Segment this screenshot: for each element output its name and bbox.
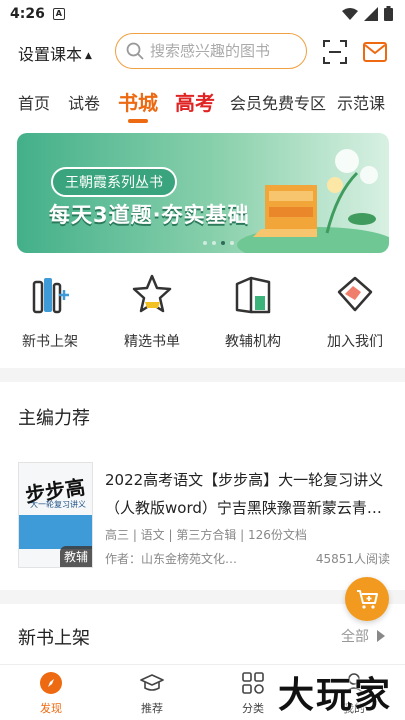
handshake-icon	[337, 276, 373, 312]
search-input[interactable]	[150, 42, 300, 60]
new-books-title: 新书上架	[18, 628, 90, 649]
quick-link-label: 新书上架	[22, 334, 78, 350]
quick-link-institutions[interactable]: 教辅机构	[213, 272, 293, 351]
notification-icon: A	[52, 8, 65, 20]
watermark-logo: 大玩家	[278, 675, 393, 716]
promo-banner[interactable]: 王朝霞系列丛书 每天3道题·夯实基础	[17, 133, 389, 253]
tab-papers[interactable]: 试卷	[68, 90, 100, 114]
cover-band	[19, 515, 92, 549]
banner-dot	[230, 241, 234, 245]
cart-button[interactable]	[345, 577, 389, 621]
star-list-icon	[132, 274, 172, 313]
status-time: 4:26	[10, 6, 45, 22]
message-icon[interactable]	[362, 39, 388, 65]
active-tab-indicator	[128, 119, 148, 123]
see-all-label: 全部	[341, 629, 369, 645]
banner-headline: 每天3道题·夯实基础	[49, 203, 250, 227]
book-card[interactable]: 步步高 大一轮复习讲义 教辅 2022高考语文【步步高】大一轮复习讲义（人教版w…	[18, 462, 390, 572]
chevron-right-icon	[377, 630, 385, 642]
book-meta: 高三 | 语文 | 第三方合辑 | 126份文档	[105, 528, 307, 542]
banner-dot-active	[221, 241, 225, 245]
tab-home[interactable]: 首页	[18, 90, 50, 114]
tab-member-free[interactable]: 会员免费专区	[230, 90, 326, 114]
nav-discover[interactable]: 发现	[21, 671, 81, 716]
status-icons	[342, 6, 393, 21]
nav-label: 分类	[242, 702, 264, 715]
section-divider	[0, 368, 405, 382]
nav-label: 发现	[40, 702, 62, 715]
quick-links: 新书上架 精选书单 教辅机构 加入我们	[0, 272, 405, 352]
banner-pagination	[203, 241, 234, 245]
search-icon	[126, 42, 144, 60]
cover-subtitle: 大一轮复习讲义	[30, 500, 86, 509]
battery-icon	[384, 6, 393, 21]
category-tabs: 首页 试卷 书城 高考 会员免费专区 示范课	[0, 84, 405, 124]
signal-icon	[364, 6, 378, 21]
cart-icon	[357, 590, 378, 609]
quick-link-label: 教辅机构	[225, 334, 281, 350]
new-books-icon	[32, 278, 69, 314]
tab-bookstore[interactable]: 书城	[118, 87, 158, 116]
course-select-dropdown[interactable]: 设置课本 ▲	[18, 41, 92, 65]
book-cover: 步步高 大一轮复习讲义 教辅	[18, 462, 93, 568]
quick-link-new-books[interactable]: 新书上架	[10, 272, 90, 351]
nav-label: 推荐	[141, 702, 163, 715]
book-author: 作者：山东金榜苑文化…	[105, 552, 238, 566]
book-read-count: 45851人阅读	[315, 552, 390, 566]
nav-category[interactable]: 分类	[223, 671, 283, 716]
wifi-icon	[342, 7, 358, 20]
banner-dot	[212, 241, 216, 245]
book-title: 2022高考语文【步步高】大一轮复习讲义（人教版word）宁吉黑陕豫晋新蒙云青…	[105, 471, 384, 517]
quick-link-label: 加入我们	[327, 334, 383, 350]
search-box[interactable]	[115, 33, 307, 69]
book-type-tag: 教辅	[59, 546, 92, 567]
quick-link-featured-list[interactable]: 精选书单	[112, 272, 192, 351]
nav-recommend[interactable]: 推荐	[122, 671, 182, 716]
see-all-link[interactable]: 全部	[341, 626, 385, 646]
category-grid-icon	[242, 672, 264, 694]
quick-link-join-us[interactable]: 加入我们	[315, 272, 395, 351]
banner-dot	[203, 241, 207, 245]
institution-icon	[235, 276, 271, 314]
banner-series-pill: 王朝霞系列丛书	[51, 167, 177, 197]
quick-link-label: 精选书单	[124, 334, 180, 350]
top-bar: 设置课本 ▲	[0, 33, 405, 71]
discover-icon	[40, 672, 62, 694]
graduation-cap-icon	[140, 674, 164, 691]
tab-demo-class[interactable]: 示范课	[337, 90, 385, 114]
dropdown-caret-icon: ▲	[85, 51, 92, 61]
editor-picks-title: 主编力荐	[18, 408, 90, 429]
tab-gaokao[interactable]: 高考	[175, 87, 215, 116]
scan-icon[interactable]	[322, 39, 348, 65]
status-bar: 4:26 A	[0, 0, 405, 28]
course-select-label: 设置课本	[18, 45, 83, 64]
